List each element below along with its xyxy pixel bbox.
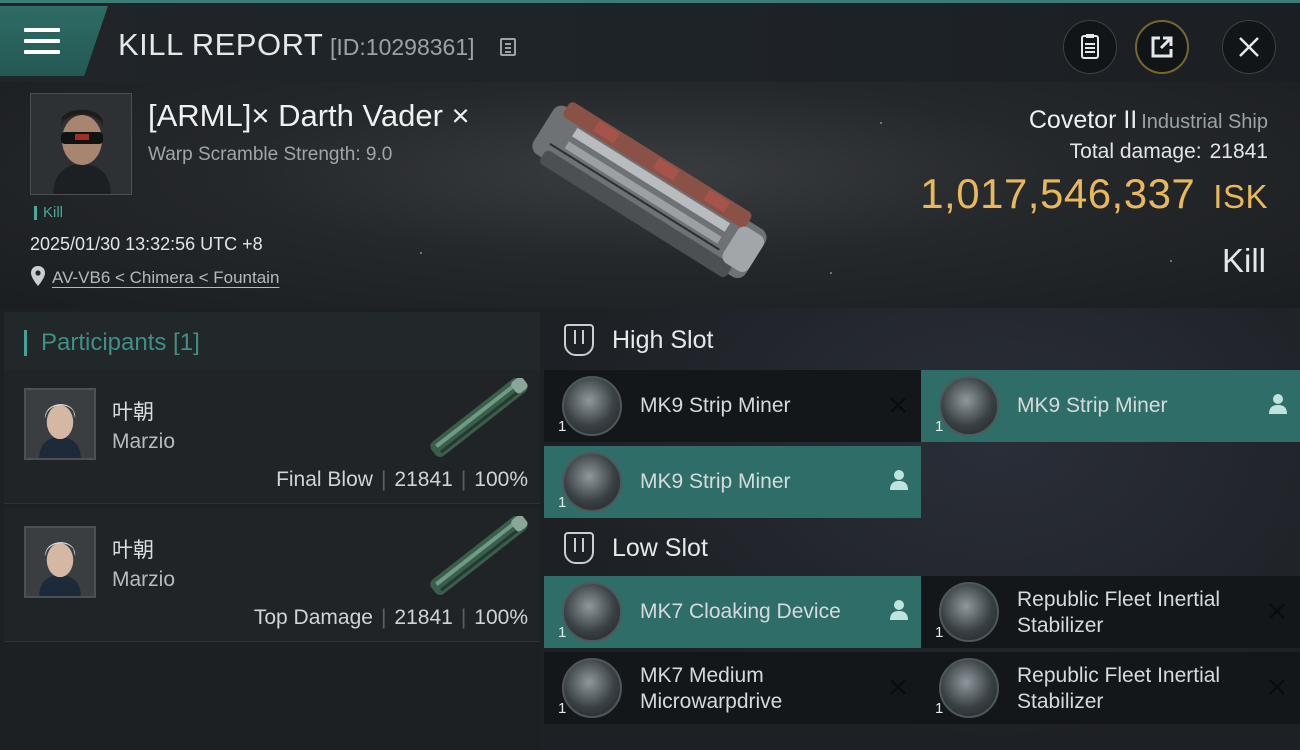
module-name: Republic Fleet Inertial Stabilizer — [1017, 588, 1221, 637]
avatar[interactable] — [24, 388, 96, 460]
title-bar: KILL REPORT [ID:10298361] — [0, 0, 1300, 82]
module-quantity: 1 — [558, 700, 567, 717]
module-item[interactable]: 1 MK9 Strip Miner — [921, 370, 1300, 442]
participant-damage: 21841 — [394, 468, 453, 491]
ship-name: Covetor II — [1028, 106, 1138, 134]
module-item[interactable]: 1 MK7 Cloaking Device — [544, 576, 921, 648]
microwarpdrive-icon — [562, 658, 622, 718]
victim-summary: [ARML]× Darth Vader × Warp Scramble Stre… — [0, 82, 1300, 308]
menu-button[interactable] — [0, 6, 108, 76]
total-damage-value: 21841 — [1209, 140, 1268, 163]
high-slot-title: High Slot — [612, 326, 714, 354]
module-quantity: 1 — [558, 624, 567, 641]
module-name: Republic Fleet Inertial Stabilizer — [1017, 664, 1221, 713]
menu-icon — [24, 28, 60, 56]
isk-unit: ISK — [1213, 178, 1268, 215]
participant-ship-image — [430, 516, 528, 595]
strip-miner-icon — [562, 452, 622, 512]
page-title: KILL REPORT — [118, 27, 324, 62]
participant-ship-image — [430, 378, 528, 457]
victim-ship-image — [532, 102, 767, 279]
close-icon — [1269, 603, 1285, 619]
ship-class: Industrial Ship — [1141, 111, 1268, 133]
module-item[interactable]: 1 MK7 Medium Microwarpdrive — [544, 652, 921, 724]
participants-title: Participants [1] — [24, 330, 200, 356]
clipboard-icon — [1081, 34, 1099, 59]
victim-ship-name: Covetor II Industrial Ship — [1029, 106, 1268, 135]
user-icon — [1269, 394, 1287, 414]
module-name: MK9 Strip Miner — [640, 394, 791, 417]
inertial-stabilizer-icon — [939, 658, 999, 718]
close-icon — [1269, 679, 1285, 695]
module-item[interactable]: 1 Republic Fleet Inertial Stabilizer — [921, 652, 1300, 724]
avatar[interactable] — [24, 526, 96, 598]
participant-name: Marzio — [112, 430, 176, 453]
kill-tag: Kill — [34, 205, 63, 220]
participant-stats: Top Damage | 21841 | 100% — [253, 606, 528, 629]
participants-panel: Participants [1] 叶朝 Marzio Final Blow | 21… — [0, 308, 540, 750]
share-icon — [1151, 36, 1173, 58]
strip-miner-icon — [939, 376, 999, 436]
user-icon — [890, 470, 908, 490]
user-icon — [890, 600, 908, 620]
module-quantity: 1 — [558, 494, 567, 511]
module-name: MK7 Medium Microwarpdrive — [640, 664, 783, 713]
low-slot-title: Low Slot — [612, 534, 708, 562]
participant-stats: Final Blow | 21841 | 100% — [276, 468, 528, 491]
high-slot-header: High Slot — [540, 310, 1300, 370]
module-quantity: 1 — [935, 624, 944, 641]
copy-icon[interactable] — [500, 38, 516, 56]
report-button[interactable] — [1063, 20, 1117, 74]
module-name: MK9 Strip Miner — [640, 470, 791, 493]
participant-row[interactable]: 叶朝 Marzio Final Blow | 21841 | 100% — [4, 370, 540, 504]
module-item[interactable]: 1 MK9 Strip Miner — [544, 446, 921, 518]
report-id: [ID:10298361] — [330, 34, 475, 60]
kill-type: Kill — [1221, 242, 1266, 279]
module-name: MK9 Strip Miner — [1017, 394, 1168, 417]
kill-datetime: 2025/01/30 13:32:56 UTC +8 — [30, 234, 263, 254]
victim-name: [ARML]× Darth Vader × — [148, 98, 470, 133]
slot-icon — [564, 324, 594, 356]
module-quantity: 1 — [935, 418, 944, 435]
participant-percent: 100% — [474, 606, 528, 629]
participant-damage: 21841 — [394, 606, 453, 629]
slot-icon — [564, 532, 594, 564]
module-item[interactable]: 1 MK9 Strip Miner — [544, 370, 921, 442]
close-icon — [1239, 37, 1259, 57]
isk-value: 1,017,546,337 ISK — [920, 170, 1268, 218]
victim-avatar[interactable] — [30, 93, 132, 195]
participant-role: Top Damage — [253, 606, 373, 629]
warp-scramble-strength: Warp Scramble Strength: 9.0 — [148, 144, 393, 165]
participant-role: Final Blow — [276, 468, 373, 491]
share-button[interactable] — [1135, 20, 1189, 74]
participant-row[interactable]: 叶朝 Marzio Top Damage | 21841 | 100% — [4, 508, 540, 642]
low-slot-header: Low Slot — [540, 518, 1300, 578]
participants-header: Participants [1] — [4, 312, 540, 374]
module-quantity: 1 — [558, 418, 567, 435]
strip-miner-icon — [562, 376, 622, 436]
close-icon — [890, 397, 906, 413]
close-button[interactable] — [1222, 20, 1276, 74]
participant-name: Marzio — [112, 568, 176, 591]
close-icon — [890, 679, 906, 695]
location-link[interactable]: AV-VB6 < Chimera < Fountain — [52, 268, 279, 288]
total-damage-label: Total damage: — [1069, 140, 1202, 163]
isk-amount: 1,017,546,337 — [920, 170, 1196, 217]
location-pin-icon — [31, 266, 45, 286]
fitting-panel: High Slot 1 MK9 Strip Miner 1 MK9 Strip … — [540, 308, 1300, 750]
module-name: MK7 Cloaking Device — [640, 600, 841, 623]
participant-percent: 100% — [474, 468, 528, 491]
module-quantity: 1 — [935, 700, 944, 717]
cloaking-device-icon — [562, 582, 622, 642]
total-damage: Total damage: 21841 — [1070, 140, 1268, 164]
participant-corp-name: 叶朝 — [112, 401, 154, 424]
module-item[interactable]: 1 Republic Fleet Inertial Stabilizer — [921, 576, 1300, 648]
inertial-stabilizer-icon — [939, 582, 999, 642]
participant-corp-name: 叶朝 — [112, 539, 154, 562]
